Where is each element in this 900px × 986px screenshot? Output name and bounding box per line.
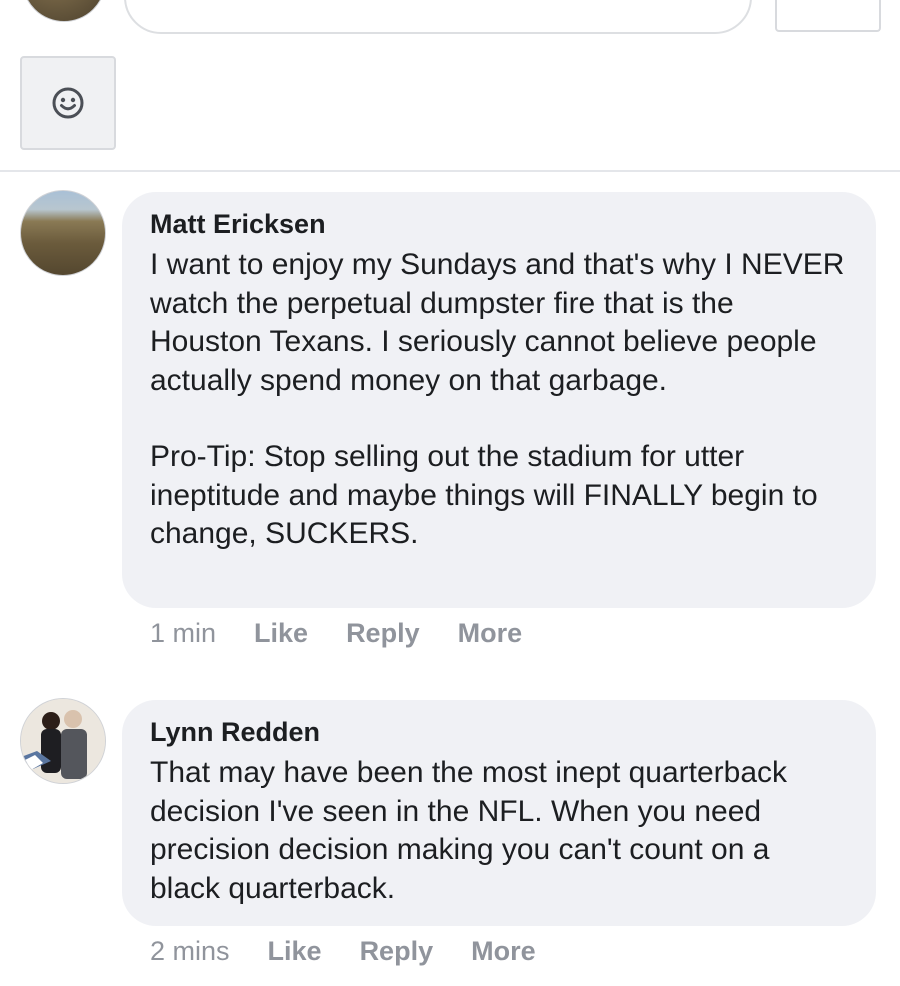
more-button[interactable]: More	[458, 618, 523, 649]
comment-paragraph: That may have been the most inept quarte…	[150, 756, 788, 905]
emoji-button[interactable]	[20, 56, 116, 150]
avatar[interactable]	[20, 190, 106, 276]
comment-timestamp[interactable]: 2 mins	[150, 936, 230, 967]
comment-author[interactable]: Lynn Redden	[150, 714, 846, 750]
comment-paragraph: I want to enjoy my Sundays and that's wh…	[150, 248, 845, 397]
comment-actions: 2 mins Like Reply More	[150, 936, 574, 967]
comment-composer	[0, 0, 900, 172]
comment-actions: 1 min Like Reply More	[150, 618, 560, 649]
comment-bubble: Lynn Redden That may have been the most …	[122, 700, 876, 926]
comment-bubble: Matt Ericksen I want to enjoy my Sundays…	[122, 192, 876, 608]
like-button[interactable]: Like	[254, 618, 308, 649]
reply-button[interactable]: Reply	[360, 936, 434, 967]
comment-body: I want to enjoy my Sundays and that's wh…	[150, 246, 846, 554]
avatar[interactable]	[20, 698, 106, 784]
comment-author[interactable]: Matt Ericksen	[150, 206, 846, 242]
smiley-face-icon	[52, 87, 84, 119]
like-button[interactable]: Like	[268, 936, 322, 967]
avatar-photo	[21, 699, 105, 783]
more-button[interactable]: More	[471, 936, 536, 967]
comment-timestamp[interactable]: 1 min	[150, 618, 216, 649]
composer-side-button[interactable]	[775, 0, 881, 32]
comment-paragraph: Pro-Tip: Stop selling out the stadium fo…	[150, 440, 818, 550]
reply-button[interactable]: Reply	[346, 618, 420, 649]
divider	[0, 170, 900, 172]
comment-body: That may have been the most inept quarte…	[150, 754, 846, 908]
comment-input[interactable]	[124, 0, 752, 34]
composer-avatar	[22, 0, 106, 22]
